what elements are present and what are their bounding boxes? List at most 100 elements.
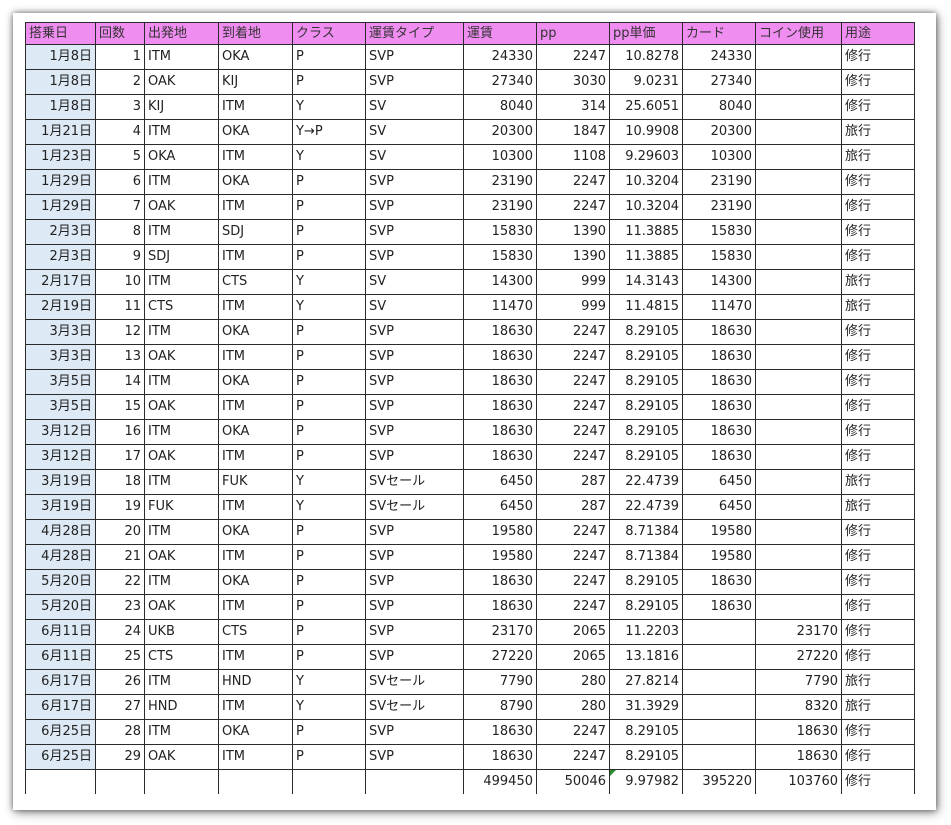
cell-destination[interactable]: FUK xyxy=(218,469,293,495)
cell-origin[interactable]: ITM xyxy=(144,719,219,745)
cell-count[interactable]: 29 xyxy=(95,744,145,770)
cell-count[interactable]: 21 xyxy=(95,544,145,570)
cell-fare[interactable]: 8040 xyxy=(463,94,537,120)
cell-origin[interactable]: OAK xyxy=(144,194,219,220)
cell-fare-type[interactable]: SVセール xyxy=(365,694,464,720)
cell-destination[interactable]: OKA xyxy=(218,169,293,195)
cell-purpose[interactable]: 修行 xyxy=(841,569,915,595)
cell-coin-used[interactable]: 18630 xyxy=(755,744,842,770)
cell-count[interactable]: 9 xyxy=(95,244,145,270)
cell-pp-unit-price[interactable]: 27.8214 xyxy=(609,669,683,695)
cell-destination[interactable]: ITM xyxy=(218,194,293,220)
cell-date[interactable]: 1月8日 xyxy=(25,44,96,70)
cell-card[interactable]: 15830 xyxy=(682,244,756,270)
cell-destination[interactable]: SDJ xyxy=(218,219,293,245)
cell-fare[interactable]: 18630 xyxy=(463,569,537,595)
cell-fare[interactable]: 18630 xyxy=(463,369,537,395)
cell-pp-unit-price[interactable]: 8.29105 xyxy=(609,344,683,370)
cell-date[interactable]: 3月12日 xyxy=(25,444,96,470)
cell-fare[interactable]: 24330 xyxy=(463,44,537,70)
cell-pp[interactable]: 2247 xyxy=(536,744,610,770)
cell-pp[interactable]: 314 xyxy=(536,94,610,120)
cell-coin-used[interactable]: 18630 xyxy=(755,719,842,745)
cell-destination[interactable]: ITM xyxy=(218,344,293,370)
cell-origin[interactable]: ITM xyxy=(144,419,219,445)
cell-class[interactable]: P xyxy=(292,744,366,770)
cell-fare-type[interactable]: SVP xyxy=(365,519,464,545)
cell-fare[interactable]: 18630 xyxy=(463,394,537,420)
cell-date[interactable]: 1月29日 xyxy=(25,169,96,195)
cell-date[interactable]: 6月11日 xyxy=(25,644,96,670)
cell-count[interactable]: 10 xyxy=(95,269,145,295)
cell-pp-unit-price[interactable]: 10.3204 xyxy=(609,169,683,195)
cell-fare[interactable]: 27220 xyxy=(463,644,537,670)
cell-pp[interactable]: 2247 xyxy=(536,44,610,70)
cell-fare[interactable]: 23190 xyxy=(463,169,537,195)
cell-class[interactable]: P xyxy=(292,344,366,370)
cell-pp[interactable]: 3030 xyxy=(536,69,610,95)
cell-coin-used[interactable] xyxy=(755,269,842,295)
cell-coin-used[interactable] xyxy=(755,294,842,320)
cell-card[interactable] xyxy=(682,644,756,670)
total-purpose[interactable]: 修行 xyxy=(841,769,915,794)
cell-date[interactable]: 6月11日 xyxy=(25,619,96,645)
cell-pp-unit-price[interactable]: 13.1816 xyxy=(609,644,683,670)
header-cell-date[interactable]: 搭乗日 xyxy=(25,22,96,45)
cell-fare-type[interactable]: SVP xyxy=(365,69,464,95)
cell-card[interactable]: 18630 xyxy=(682,319,756,345)
cell-class[interactable]: Y xyxy=(292,269,366,295)
header-cell-purpose[interactable]: 用途 xyxy=(841,22,915,45)
cell-fare-type[interactable]: SVP xyxy=(365,44,464,70)
cell-origin[interactable]: ITM xyxy=(144,469,219,495)
cell-fare-type[interactable]: SVP xyxy=(365,644,464,670)
cell-pp-unit-price[interactable]: 8.29105 xyxy=(609,419,683,445)
cell-origin[interactable]: OAK xyxy=(144,394,219,420)
header-cell-count[interactable]: 回数 xyxy=(95,22,145,45)
cell-pp[interactable]: 2247 xyxy=(536,319,610,345)
cell-count[interactable]: 8 xyxy=(95,219,145,245)
header-cell-pp[interactable]: pp xyxy=(536,22,610,45)
cell-purpose[interactable]: 修行 xyxy=(841,444,915,470)
cell-destination[interactable]: ITM xyxy=(218,444,293,470)
cell-card[interactable]: 24330 xyxy=(682,44,756,70)
cell-card[interactable] xyxy=(682,669,756,695)
cell-origin[interactable]: ITM xyxy=(144,269,219,295)
cell-origin[interactable]: UKB xyxy=(144,619,219,645)
cell-pp-unit-price[interactable]: 8.29105 xyxy=(609,394,683,420)
cell-coin-used[interactable] xyxy=(755,394,842,420)
cell-fare[interactable]: 18630 xyxy=(463,344,537,370)
cell-purpose[interactable]: 修行 xyxy=(841,644,915,670)
cell-date[interactable]: 3月19日 xyxy=(25,494,96,520)
cell-date[interactable]: 1月8日 xyxy=(25,94,96,120)
cell-fare[interactable]: 18630 xyxy=(463,319,537,345)
total-coin-used[interactable]: 103760 xyxy=(755,769,842,794)
cell-date[interactable]: 3月5日 xyxy=(25,394,96,420)
cell-pp-unit-price[interactable]: 10.8278 xyxy=(609,44,683,70)
cell-pp-unit-price[interactable]: 8.29105 xyxy=(609,719,683,745)
cell-count[interactable]: 2 xyxy=(95,69,145,95)
cell-pp[interactable]: 1847 xyxy=(536,119,610,145)
cell-card[interactable] xyxy=(682,744,756,770)
cell-coin-used[interactable] xyxy=(755,569,842,595)
cell-pp-unit-price[interactable]: 8.29105 xyxy=(609,319,683,345)
total-cell-blank[interactable] xyxy=(292,769,366,794)
cell-destination[interactable]: HND xyxy=(218,669,293,695)
cell-class[interactable]: P xyxy=(292,644,366,670)
cell-origin[interactable]: OAK xyxy=(144,444,219,470)
cell-pp[interactable]: 2247 xyxy=(536,419,610,445)
cell-fare[interactable]: 23190 xyxy=(463,194,537,220)
cell-count[interactable]: 16 xyxy=(95,419,145,445)
cell-fare-type[interactable]: SVP xyxy=(365,444,464,470)
cell-origin[interactable]: SDJ xyxy=(144,244,219,270)
cell-fare-type[interactable]: SV xyxy=(365,94,464,120)
cell-pp-unit-price[interactable]: 10.3204 xyxy=(609,194,683,220)
cell-fare-type[interactable]: SVP xyxy=(365,369,464,395)
cell-count[interactable]: 3 xyxy=(95,94,145,120)
cell-pp-unit-price[interactable]: 8.29105 xyxy=(609,744,683,770)
cell-pp[interactable]: 1390 xyxy=(536,244,610,270)
cell-class[interactable]: Y xyxy=(292,669,366,695)
cell-coin-used[interactable] xyxy=(755,244,842,270)
cell-fare-type[interactable]: SV xyxy=(365,294,464,320)
cell-date[interactable]: 3月19日 xyxy=(25,469,96,495)
cell-class[interactable]: P xyxy=(292,419,366,445)
